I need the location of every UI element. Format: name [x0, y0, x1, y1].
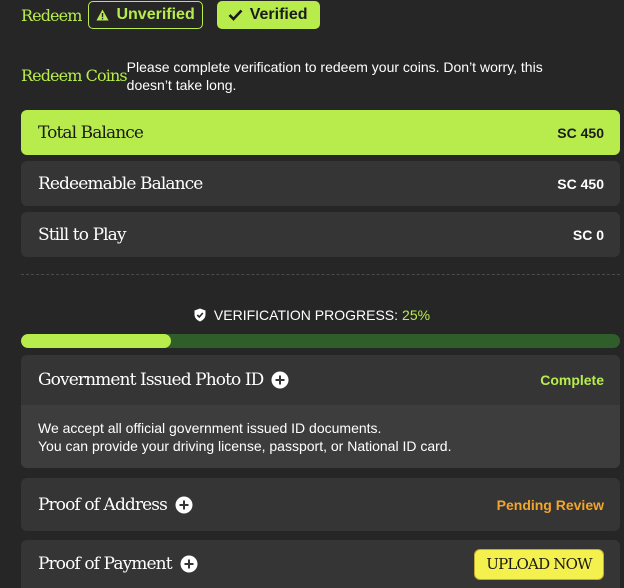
government-id-status: Complete	[540, 372, 604, 388]
redeem-label: Redeem	[21, 5, 82, 25]
proof-of-payment-title-wrap: Proof of Payment	[38, 554, 198, 574]
redeemable-balance-label: Redeemable Balance	[38, 173, 203, 194]
plus-icon[interactable]	[271, 371, 289, 389]
government-id-title-wrap: Government Issued Photo ID	[38, 370, 289, 390]
redeem-intro: Redeem Coins Please complete verificatio…	[21, 58, 581, 94]
proof-of-address-status: Pending Review	[496, 496, 604, 513]
divider	[21, 274, 620, 275]
verification-progress-bar	[21, 334, 620, 348]
government-id-description-line-2: You can provide your driving license, pa…	[38, 438, 452, 454]
government-id-card: Government Issued Photo ID Complete We a…	[21, 355, 620, 468]
verification-progress-percent: 25%	[402, 307, 431, 323]
still-to-play-label: Still to Play	[38, 224, 126, 245]
total-balance-label: Total Balance	[38, 122, 144, 143]
tab-verified-label: Verified	[249, 6, 308, 23]
government-id-title: Government Issued Photo ID	[38, 370, 264, 390]
still-to-play-value: SC 0	[572, 226, 604, 243]
verification-progress-label: VERIFICATION PROGRESS: 25%	[0, 307, 624, 323]
redeemable-balance-value: SC 450	[557, 175, 604, 192]
government-id-description: We accept all official government issued…	[21, 405, 620, 468]
redeem-coins-title: Redeem Coins	[21, 66, 128, 85]
tab-unverified[interactable]: Unverified	[88, 1, 203, 29]
plus-icon[interactable]	[180, 555, 198, 573]
proof-of-address-header[interactable]: Proof of Address Pending Review	[21, 478, 620, 531]
proof-of-address-title-wrap: Proof of Address	[38, 495, 193, 515]
redeem-intro-text: Please complete verification to redeem y…	[126, 59, 543, 93]
proof-of-payment-card: Proof of Payment UPLOAD NOW	[21, 540, 620, 588]
proof-of-payment-header[interactable]: Proof of Payment UPLOAD NOW	[21, 540, 620, 588]
warning-icon	[96, 9, 110, 21]
tab-unverified-label: Unverified	[116, 6, 195, 23]
redeemable-balance-row: Redeemable Balance SC 450	[21, 161, 620, 206]
total-balance-value: SC 450	[557, 124, 604, 141]
proof-of-address-card: Proof of Address Pending Review	[21, 478, 620, 531]
tab-verified[interactable]: Verified	[216, 1, 320, 29]
verification-progress-text: VERIFICATION PROGRESS:	[213, 307, 399, 323]
still-to-play-row: Still to Play SC 0	[21, 212, 620, 257]
shield-check-icon	[194, 308, 206, 322]
proof-of-address-title: Proof of Address	[38, 494, 168, 515]
verification-progress-fill	[21, 334, 171, 348]
proof-of-payment-title: Proof of Payment	[38, 554, 173, 574]
government-id-description-line-1: We accept all official government issued…	[38, 420, 382, 436]
upload-now-button[interactable]: UPLOAD NOW	[474, 548, 604, 580]
plus-icon[interactable]	[175, 496, 193, 514]
check-icon	[228, 9, 243, 21]
redeem-header: Redeem Unverified Verified	[21, 1, 320, 29]
total-balance-row: Total Balance SC 450	[21, 110, 620, 155]
government-id-header[interactable]: Government Issued Photo ID Complete	[21, 355, 620, 405]
